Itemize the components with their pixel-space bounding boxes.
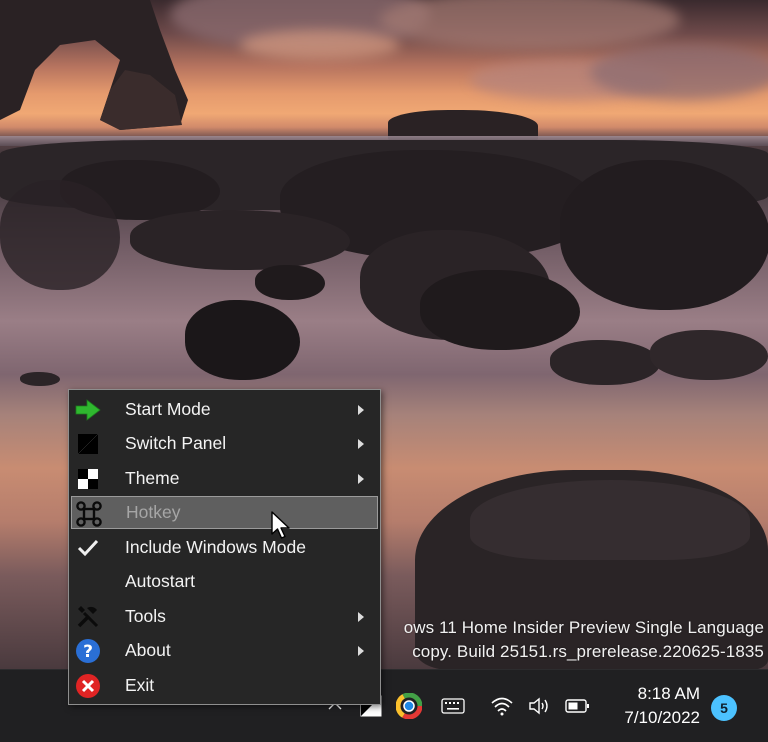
notification-badge[interactable]: 5 (711, 695, 737, 721)
submenu-arrow-icon (358, 611, 364, 622)
help-icon: ? (74, 637, 102, 665)
svg-text:?: ? (83, 642, 93, 662)
checkmark-icon (74, 534, 102, 562)
exit-icon (74, 672, 102, 700)
green-arrow-icon (74, 396, 102, 424)
menu-item-label: Hotkey (126, 502, 181, 522)
tools-icon (74, 603, 102, 631)
mouse-cursor-icon (271, 511, 293, 546)
menu-item-switch-panel[interactable]: Switch Panel (71, 427, 378, 460)
theme-checker-icon (74, 465, 102, 493)
switch-panel-icon (74, 430, 102, 458)
browser-icon[interactable] (394, 688, 424, 724)
menu-item-label: Switch Panel (125, 433, 227, 453)
submenu-arrow-icon (358, 438, 364, 449)
menu-item-exit[interactable]: Exit (71, 669, 378, 702)
menu-item-include-windows-mode[interactable]: Include Windows Mode (71, 531, 378, 564)
menu-item-autostart[interactable]: Autostart (71, 565, 378, 598)
menu-item-about[interactable]: ? About (71, 634, 378, 667)
menu-item-hotkey[interactable]: Hotkey (71, 496, 378, 529)
tray-context-menu: Start Mode Switch Panel Theme Hotkey Inc… (68, 389, 381, 705)
menu-item-label: Tools (125, 606, 166, 626)
submenu-arrow-icon (358, 645, 364, 656)
menu-item-start-mode[interactable]: Start Mode (71, 393, 378, 426)
clock-time: 8:18 AM (637, 684, 700, 703)
submenu-arrow-icon (358, 404, 364, 415)
menu-item-label: Autostart (125, 571, 196, 591)
submenu-arrow-icon (358, 473, 364, 484)
clock[interactable]: 8:18 AM 7/10/2022 (608, 682, 700, 730)
wifi-icon[interactable] (488, 688, 516, 724)
volume-icon[interactable] (526, 688, 554, 724)
menu-item-label: Start Mode (125, 399, 211, 419)
menu-item-label: Exit (125, 675, 155, 695)
menu-item-label: About (125, 640, 171, 660)
keyboard-icon[interactable] (438, 688, 468, 724)
menu-item-label: Theme (125, 468, 180, 488)
menu-item-theme[interactable]: Theme (71, 462, 378, 495)
watermark-line-1: ows 11 Home Insider Preview Single Langu… (403, 618, 764, 637)
clock-date: 7/10/2022 (624, 708, 700, 727)
command-key-icon (75, 500, 103, 528)
rock-arch (0, 0, 190, 130)
menu-item-tools[interactable]: Tools (71, 600, 378, 633)
battery-icon[interactable] (564, 688, 592, 724)
watermark-line-2: copy. Build 25151.rs_prerelease.220625-1… (412, 642, 764, 661)
